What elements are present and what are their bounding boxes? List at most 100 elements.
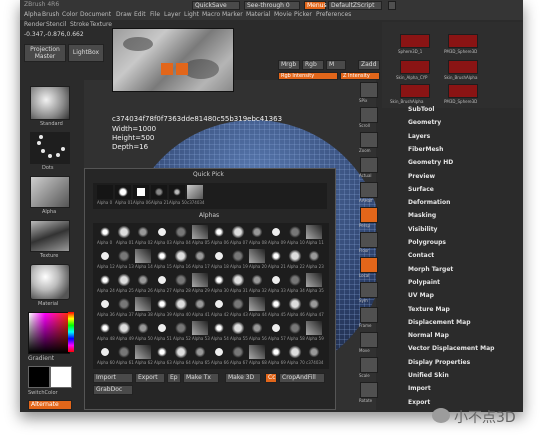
- alpha-item[interactable]: Alpha 18: [211, 249, 229, 269]
- menu-picker[interactable]: Picker: [294, 12, 312, 18]
- stroke-dots-icon[interactable]: [30, 132, 70, 164]
- menu-stencil[interactable]: Stencil: [46, 22, 66, 28]
- tool-menu-deformation[interactable]: Deformation: [408, 200, 450, 206]
- material-sphere-icon[interactable]: [30, 264, 70, 300]
- alpha-item[interactable]: Alpha 45: [268, 297, 286, 317]
- tool-strip-persp-button[interactable]: [360, 207, 378, 223]
- tool-menu-layers[interactable]: Layers: [408, 133, 430, 140]
- alpha-item[interactable]: Alpha 10: [287, 225, 305, 245]
- secondary-color-swatch[interactable]: [50, 366, 72, 388]
- menu-draw[interactable]: Draw: [116, 12, 132, 18]
- menu-macro[interactable]: Macro: [202, 12, 220, 18]
- alpha-item[interactable]: Alpha 44: [249, 297, 267, 317]
- alpha-item[interactable]: Alpha 65: [192, 345, 210, 365]
- tool-strip-actual-button[interactable]: [360, 157, 378, 173]
- tool-menu-geometry[interactable]: Geometry: [408, 120, 441, 126]
- z-intensity-slider[interactable]: Z Intensity: [340, 72, 380, 80]
- tool-strip-spix-button[interactable]: [360, 82, 378, 98]
- subtool-thumb[interactable]: [448, 84, 478, 98]
- alpha-item[interactable]: Alpha 62: [135, 345, 153, 365]
- alpha-item[interactable]: Alpha 02: [135, 225, 153, 245]
- alpha-item[interactable]: Alpha 70: [287, 345, 305, 365]
- alpha-item[interactable]: Alpha 22: [287, 249, 305, 269]
- alpha-item[interactable]: Alpha 52: [173, 321, 191, 341]
- menu-light[interactable]: Light: [184, 12, 199, 18]
- tool-menu-preview[interactable]: Preview: [408, 173, 435, 180]
- alpha-item[interactable]: Alpha 28: [173, 273, 191, 293]
- tool-strip-sym-button[interactable]: [360, 282, 378, 298]
- alpha-item[interactable]: Alpha 23: [306, 249, 324, 269]
- alpha-item[interactable]: Alpha 20: [249, 249, 267, 269]
- alpha-item[interactable]: Alpha 19: [230, 249, 248, 269]
- alpha-item[interactable]: Alpha 34: [287, 273, 305, 293]
- quick-pick-item[interactable]: Alpha 21: [151, 185, 169, 205]
- menu-alpha[interactable]: Alpha: [24, 12, 41, 18]
- alpha-item[interactable]: Alpha 64: [173, 345, 191, 365]
- alpha-item[interactable]: Alpha 13: [116, 249, 134, 269]
- alpha-item[interactable]: Alpha 14: [135, 249, 153, 269]
- alpha-item[interactable]: Alpha 42: [211, 297, 229, 317]
- alpha-item[interactable]: Alpha 40: [173, 297, 191, 317]
- tool-menu-fibermesh[interactable]: FiberMesh: [408, 146, 443, 153]
- tool-menu-import[interactable]: Import: [408, 386, 431, 392]
- alpha-item[interactable]: Alpha 31: [230, 273, 248, 293]
- tool-strip-local-button[interactable]: [360, 257, 378, 273]
- mrgb-button[interactable]: Mrgb: [278, 60, 300, 70]
- alpha-item[interactable]: Alpha 24: [97, 273, 115, 293]
- alpha-item[interactable]: Alpha 32: [249, 273, 267, 293]
- alpha-item[interactable]: Alpha 67: [230, 345, 248, 365]
- alpha-item[interactable]: Alpha 09: [268, 225, 286, 245]
- texture-thumb-icon[interactable]: [30, 220, 70, 252]
- tool-strip-frame-button[interactable]: [360, 307, 378, 323]
- alpha-item[interactable]: Alpha 41: [192, 297, 210, 317]
- alpha-item[interactable]: Alpha 11: [306, 225, 324, 245]
- alpha-item[interactable]: Alpha 58: [287, 321, 305, 341]
- alpha-item[interactable]: Alpha 36: [97, 297, 115, 317]
- tool-menu-texture-map[interactable]: Texture Map: [408, 306, 450, 313]
- subtool-thumb[interactable]: [400, 34, 430, 48]
- standard-brush-icon[interactable]: [30, 86, 70, 120]
- subtool-thumb[interactable]: [400, 84, 430, 98]
- quick-pick-item[interactable]: Alpha 0: [97, 185, 113, 205]
- tool-menu-normal-map[interactable]: Normal Map: [408, 333, 449, 339]
- menu-render[interactable]: Render: [24, 22, 45, 28]
- tool-strip-rotate-button[interactable]: [360, 382, 378, 398]
- tool-menu-contact[interactable]: Contact: [408, 253, 434, 259]
- tool-menu-polygroups[interactable]: Polygroups: [408, 240, 446, 246]
- alpha-item[interactable]: Alpha 57: [268, 321, 286, 341]
- alpha-item[interactable]: Alpha 21: [268, 249, 286, 269]
- grabdoc-button[interactable]: GrabDoc: [93, 385, 133, 395]
- alpha-item[interactable]: Alpha 06: [211, 225, 229, 245]
- alpha-item[interactable]: Alpha 15: [154, 249, 172, 269]
- alpha-item[interactable]: Alpha 43: [230, 297, 248, 317]
- quicksave-button[interactable]: QuickSave: [192, 1, 240, 10]
- alternate-button[interactable]: Alternate: [28, 400, 72, 410]
- alpha-item[interactable]: Alpha 63: [154, 345, 172, 365]
- tool-strip-scale-button[interactable]: [360, 357, 378, 373]
- switchcolor-label[interactable]: SwitchColor: [28, 391, 58, 396]
- menu-color[interactable]: Color: [62, 12, 78, 18]
- tool-menu-morph-target[interactable]: Morph Target: [408, 266, 453, 273]
- quick-pick-item[interactable]: Alpha 01: [115, 185, 133, 205]
- menu-material[interactable]: Material: [246, 12, 270, 18]
- tool-menu-geometry-hd[interactable]: Geometry HD: [408, 160, 453, 166]
- crop-and-fill-button[interactable]: CropAndFill: [279, 373, 325, 383]
- alpha-item[interactable]: Alpha 49: [116, 321, 134, 341]
- zadd-button[interactable]: Zadd: [358, 60, 380, 70]
- tool-strip-scroll-button[interactable]: [360, 107, 378, 123]
- see-through-slider[interactable]: See-through 0: [244, 1, 300, 10]
- make-3d-button[interactable]: Make 3D: [225, 373, 261, 383]
- tool-menu-masking[interactable]: Masking: [408, 213, 436, 219]
- menu-edit[interactable]: Edit: [134, 12, 146, 18]
- alpha-item[interactable]: Alpha 05: [192, 225, 210, 245]
- alpha-item[interactable]: Alpha 16: [173, 249, 191, 269]
- tool-menu-surface[interactable]: Surface: [408, 186, 434, 193]
- alpha-item[interactable]: Alpha 30: [211, 273, 229, 293]
- alpha-thumb-icon[interactable]: [30, 176, 70, 208]
- tool-menu-subtool[interactable]: SubTool: [408, 107, 434, 113]
- alpha-item[interactable]: Alpha 51: [154, 321, 172, 341]
- make-tx-button[interactable]: Make Tx: [183, 373, 219, 383]
- tool-strip-aahalf-button[interactable]: [360, 182, 378, 198]
- cc-button[interactable]: Cc: [265, 373, 277, 383]
- alpha-item[interactable]: Alpha 55: [230, 321, 248, 341]
